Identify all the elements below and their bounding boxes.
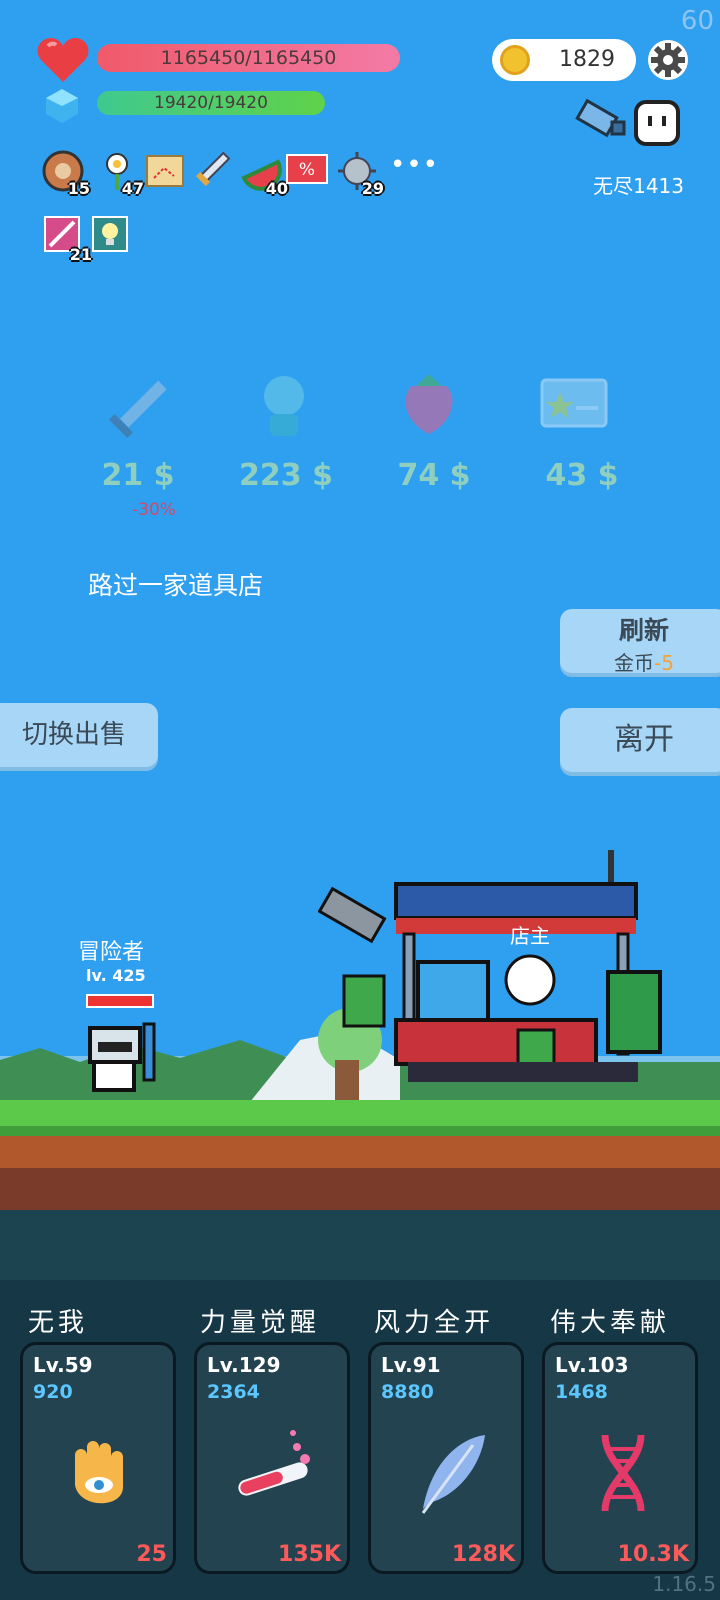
adventurer-name: 冒险者 bbox=[78, 940, 145, 965]
skill-card-4[interactable]: Lv.103 1468 10.3K bbox=[542, 1342, 698, 1574]
star-card-icon bbox=[540, 378, 608, 428]
buff-count: 21 bbox=[69, 245, 92, 264]
buff-spiked-ball[interactable]: 29 bbox=[336, 150, 384, 198]
skill-name: 风力全开 bbox=[374, 1308, 495, 1338]
settings-gear-icon[interactable] bbox=[646, 38, 690, 82]
buff-watermelon[interactable]: 40 bbox=[240, 150, 288, 198]
more-buffs-icon[interactable]: ••• bbox=[390, 150, 439, 180]
shop-item-price: 223 $ bbox=[239, 458, 333, 493]
skill-name: 伟大奉献 bbox=[550, 1308, 671, 1338]
coin-icon bbox=[500, 45, 530, 75]
buff-flower[interactable]: 47 bbox=[96, 150, 144, 198]
skill-name: 力量觉醒 bbox=[200, 1308, 321, 1338]
skill-value: 1468 bbox=[555, 1381, 608, 1403]
skill-cost: 128K bbox=[452, 1542, 515, 1567]
grass-edge bbox=[0, 1126, 720, 1136]
sword-icon bbox=[195, 151, 231, 187]
coin-value: 1829 bbox=[559, 47, 615, 72]
shop-item-strawberry[interactable] bbox=[398, 370, 460, 438]
potion-tube-icon bbox=[238, 1430, 310, 1496]
skill-level: Lv.103 bbox=[555, 1353, 629, 1377]
skill-value: 2364 bbox=[207, 1381, 260, 1403]
discount-label: -30% bbox=[132, 500, 176, 520]
map-icon bbox=[146, 155, 184, 187]
refresh-label: 刷新 bbox=[618, 616, 669, 645]
heart-icon bbox=[37, 38, 89, 82]
skill-value: 8880 bbox=[381, 1381, 434, 1403]
hp-bar: 1165450/1165450 bbox=[97, 44, 400, 72]
skill-level: Lv.59 bbox=[33, 1353, 93, 1377]
fps-counter: 60 bbox=[680, 6, 714, 36]
skill-card-2[interactable]: Lv.129 2364 135K bbox=[194, 1342, 350, 1574]
dirt-layer-dark bbox=[0, 1168, 720, 1210]
refresh-button[interactable]: 刷新 金币-5 bbox=[560, 609, 720, 676]
blob-figure-icon bbox=[264, 376, 304, 436]
buff-percent[interactable]: % bbox=[286, 154, 328, 184]
buff-slash-card[interactable]: 21 bbox=[44, 216, 92, 264]
shop-item-price: 43 $ bbox=[545, 458, 619, 493]
buff-lightbulb[interactable] bbox=[92, 216, 134, 258]
coin-counter: 1829 bbox=[492, 39, 636, 81]
eye-hand-icon bbox=[75, 1441, 123, 1504]
event-message: 路过一家道具店 bbox=[88, 571, 264, 600]
shop-item-price: 74 $ bbox=[397, 458, 471, 493]
shop-stall[interactable] bbox=[318, 850, 698, 1102]
skill-cost: 135K bbox=[278, 1542, 341, 1567]
endless-stage-label: 无尽1413 bbox=[593, 174, 684, 198]
mana-gem-icon bbox=[46, 89, 78, 123]
percent-icon: % bbox=[286, 154, 328, 184]
feather-icon bbox=[421, 1435, 485, 1514]
refresh-cost-label: 金币 bbox=[614, 651, 655, 675]
shopkeeper-label: 店主 bbox=[510, 924, 550, 948]
fish-pet-icon bbox=[575, 98, 626, 138]
skill-value: 920 bbox=[33, 1381, 73, 1403]
buff-sword[interactable] bbox=[190, 148, 232, 190]
shop-item-star-card[interactable] bbox=[540, 378, 608, 428]
lightbulb-icon bbox=[92, 216, 128, 252]
skill-level: Lv.129 bbox=[207, 1353, 281, 1377]
buff-count: 15 bbox=[67, 179, 90, 198]
skill-card-1[interactable]: Lv.59 920 25 bbox=[20, 1342, 176, 1574]
skill-level: Lv.91 bbox=[381, 1353, 441, 1377]
knight-sprite[interactable] bbox=[84, 1020, 164, 1100]
buff-map[interactable] bbox=[144, 152, 186, 194]
leave-button[interactable]: 离开 bbox=[560, 708, 720, 772]
buff-shield[interactable]: 15 bbox=[42, 150, 90, 198]
buff-count: 29 bbox=[361, 179, 384, 198]
strawberry-icon bbox=[405, 374, 453, 434]
skill-cost: 25 bbox=[136, 1542, 167, 1567]
dna-icon bbox=[601, 1434, 645, 1512]
shop-item-price: 21 $ bbox=[101, 458, 175, 493]
shop-item-sword[interactable] bbox=[100, 372, 174, 446]
refresh-cost-value: -5 bbox=[654, 651, 674, 675]
version-label: 1.16.5 bbox=[652, 1572, 716, 1596]
refresh-cost: 金币-5 bbox=[560, 647, 720, 676]
buff-count: 40 bbox=[265, 179, 288, 198]
skill-cost: 10.3K bbox=[617, 1542, 689, 1567]
adventurer-level: lv. 425 bbox=[86, 966, 146, 985]
sword-icon bbox=[108, 380, 167, 439]
buff-count: 47 bbox=[121, 179, 144, 198]
switch-sell-button[interactable]: 切换出售 bbox=[0, 703, 158, 767]
svg-text:%: % bbox=[299, 160, 315, 180]
skill-name: 无我 bbox=[28, 1308, 89, 1338]
ghost-pet-icon bbox=[634, 100, 680, 146]
skill-card-3[interactable]: Lv.91 8880 128K bbox=[368, 1342, 524, 1574]
mana-bar: 19420/19420 bbox=[97, 91, 325, 115]
adventurer-hp-bar bbox=[86, 994, 154, 1008]
shop-item-figure[interactable] bbox=[252, 370, 316, 442]
